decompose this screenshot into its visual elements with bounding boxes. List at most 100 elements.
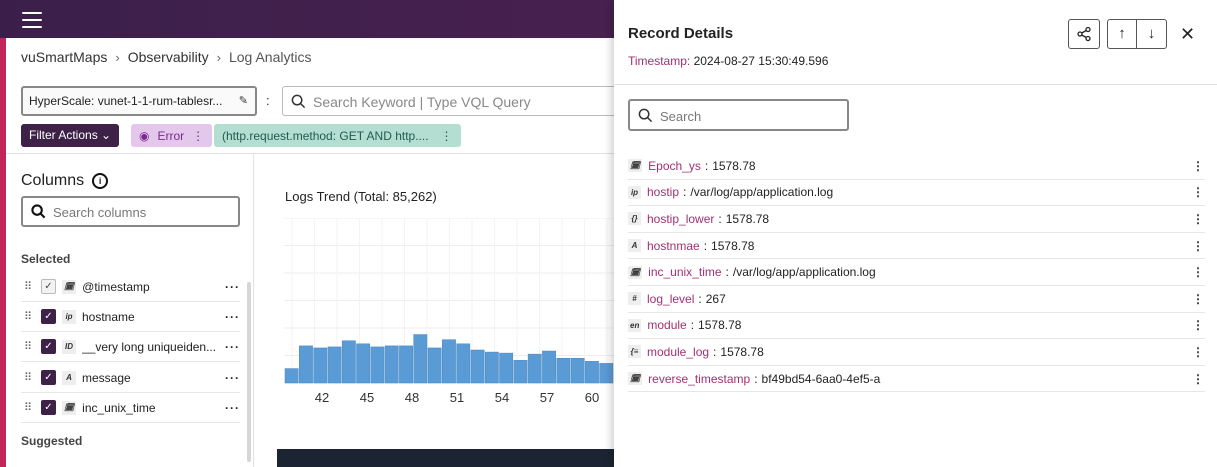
record-field-row[interactable]: 🗓 inc_unix_time:/var/log/app/application.…	[628, 259, 1205, 286]
chart-bar[interactable]	[427, 347, 442, 384]
chart-bar[interactable]	[299, 345, 313, 384]
column-row[interactable]: ⠿ ✓ ID __very long uniqueiden... ···	[21, 332, 240, 362]
record-field-row[interactable]: {} hostip_lower:1578.78 ⋮	[628, 206, 1205, 233]
checkbox-checked[interactable]: ✓	[41, 309, 56, 324]
field-name[interactable]: inc_unix_time	[648, 265, 721, 279]
kebab-menu-icon[interactable]: ⋮	[1191, 159, 1205, 173]
drag-handle-icon[interactable]: ⠿	[21, 280, 41, 293]
field-name[interactable]: module	[647, 318, 686, 332]
chevron-right-icon: ›	[216, 49, 221, 65]
chart-bar[interactable]	[570, 358, 585, 384]
chart-bar[interactable]	[384, 345, 399, 384]
field-name[interactable]: log_level	[647, 292, 694, 306]
pencil-icon[interactable]: ✎	[239, 94, 248, 107]
chart-bar[interactable]	[527, 353, 542, 384]
checkbox-checked[interactable]: ✓	[41, 400, 56, 415]
field-name[interactable]: hostnmae	[647, 239, 700, 253]
drag-handle-icon[interactable]: ⠿	[21, 340, 41, 353]
query-input[interactable]: Search Keyword | Type VQL Query	[282, 86, 622, 116]
column-row[interactable]: ⠿ ✓ 🗓 @timestamp ···	[21, 272, 240, 302]
field-name[interactable]: reverse_timestamp	[648, 372, 750, 386]
kebab-menu-icon[interactable]: ⋮	[192, 129, 204, 143]
more-icon[interactable]: ···	[218, 280, 240, 294]
field-separator: :	[698, 291, 702, 306]
chart-bar[interactable]	[499, 352, 514, 384]
kebab-menu-icon[interactable]: ⋮	[1191, 185, 1205, 199]
more-icon[interactable]: ···	[218, 310, 240, 324]
field-separator: :	[713, 344, 717, 359]
chart-bar[interactable]	[442, 339, 456, 384]
kebab-menu-icon[interactable]: ⋮	[1191, 292, 1205, 306]
chart-bar[interactable]	[313, 347, 328, 384]
filter-actions-button[interactable]: Filter Actions ⌄	[21, 124, 120, 147]
record-search-input[interactable]: Search	[628, 99, 849, 131]
checkbox-checked[interactable]: ✓	[41, 279, 56, 294]
chart-bar[interactable]	[456, 343, 471, 384]
record-field-row[interactable]: en module:1578.78 ⋮	[628, 313, 1205, 340]
record-field-row[interactable]: Ahostnmae:1578.78 ⋮	[628, 233, 1205, 260]
info-icon[interactable]: i	[92, 173, 109, 189]
more-icon[interactable]: ···	[218, 340, 240, 354]
timestamp-value: 2024-08-27 15:30:49.596	[693, 54, 829, 68]
chart-bar[interactable]	[370, 346, 385, 384]
kebab-menu-icon[interactable]: ⋮	[1191, 372, 1205, 386]
chart-bar[interactable]	[556, 358, 571, 384]
chart-bar[interactable]	[413, 334, 428, 384]
field-name[interactable]: module_log	[647, 345, 709, 359]
column-row[interactable]: ⠿ ✓ ip hostname ···	[21, 302, 240, 332]
record-field-row[interactable]: # log_level:267 ⋮	[628, 286, 1205, 313]
filter-chip-error[interactable]: ◉ Error ⋮	[131, 124, 213, 147]
more-icon[interactable]: ···	[218, 401, 240, 415]
kebab-menu-icon[interactable]: ⋮	[1191, 318, 1205, 332]
columns-scrollbar[interactable]	[247, 282, 251, 462]
filter-chip-http[interactable]: (http.request.method: GET AND http.... ⋮	[214, 124, 461, 147]
breadcrumb-item[interactable]: vuSmartMaps	[21, 49, 107, 65]
kebab-menu-icon[interactable]: ⋮	[441, 129, 453, 143]
chart-bar[interactable]	[585, 361, 599, 384]
column-name: message	[82, 370, 131, 385]
menu-icon[interactable]	[22, 12, 42, 28]
arrow-up-icon[interactable]: ↑	[1108, 20, 1138, 48]
breadcrumb-item[interactable]: Observability	[128, 49, 209, 65]
chart-bar[interactable]	[470, 349, 485, 384]
field-value: 1578.78	[711, 238, 755, 253]
column-row[interactable]: ⠿ ✓ A message ···	[21, 363, 240, 393]
checkbox-checked[interactable]: ✓	[41, 339, 56, 354]
chart-bar[interactable]	[399, 345, 413, 384]
columns-search-input[interactable]: Search columns	[21, 196, 240, 227]
chart-bar[interactable]	[484, 351, 499, 384]
divider	[614, 84, 1217, 85]
kebab-menu-icon[interactable]: ⋮	[1191, 265, 1205, 279]
record-field-row[interactable]: 🗓 reverse_timestamp: bf49bd54-6aa0-4ef5-a ⋮	[628, 366, 1205, 393]
column-row[interactable]: ⠿ ✓ 🗓 inc_unix_time ···	[21, 393, 240, 423]
kebab-menu-icon[interactable]: ⋮	[1191, 345, 1205, 359]
chart-bar[interactable]	[513, 360, 528, 384]
record-details-drawer: Record Details Timestamp: 2024-08-27 15:…	[614, 0, 1217, 467]
chart-bar[interactable]	[327, 346, 342, 384]
chart-bar[interactable]	[542, 350, 556, 384]
checkbox-checked[interactable]: ✓	[41, 370, 56, 385]
data-source-selector[interactable]: HyperScale: vunet-1-1-rum-tablesr... ✎	[21, 86, 257, 116]
record-field-row[interactable]: 🗓 Epoch_ys:1578.78 ⋮	[628, 153, 1205, 180]
record-field-row[interactable]: ip hostip:/var/log/app/application.log ⋮	[628, 180, 1205, 207]
drag-handle-icon[interactable]: ⠿	[21, 371, 41, 384]
date-icon: 🗓	[62, 400, 77, 415]
record-field-row[interactable]: {≡ module_log:1578.78 ⋮	[628, 339, 1205, 366]
share-button[interactable]	[1068, 19, 1100, 49]
field-name[interactable]: hostip	[647, 185, 679, 199]
chart-bar[interactable]	[356, 343, 371, 384]
chart-bar[interactable]	[599, 363, 614, 384]
eye-icon[interactable]: ◉	[139, 129, 149, 143]
field-name[interactable]: hostip_lower	[647, 212, 714, 226]
drag-handle-icon[interactable]: ⠿	[21, 401, 41, 414]
chart-bar[interactable]	[341, 340, 356, 384]
kebab-menu-icon[interactable]: ⋮	[1191, 212, 1205, 226]
field-name[interactable]: Epoch_ys	[648, 159, 701, 173]
chart-bar[interactable]	[284, 368, 299, 384]
arrow-down-icon[interactable]: ↓	[1137, 20, 1166, 48]
close-icon[interactable]: ✕	[1180, 24, 1195, 45]
more-icon[interactable]: ···	[218, 371, 240, 385]
drag-handle-icon[interactable]: ⠿	[21, 310, 41, 323]
table-header-bar	[277, 449, 617, 467]
kebab-menu-icon[interactable]: ⋮	[1191, 239, 1205, 253]
